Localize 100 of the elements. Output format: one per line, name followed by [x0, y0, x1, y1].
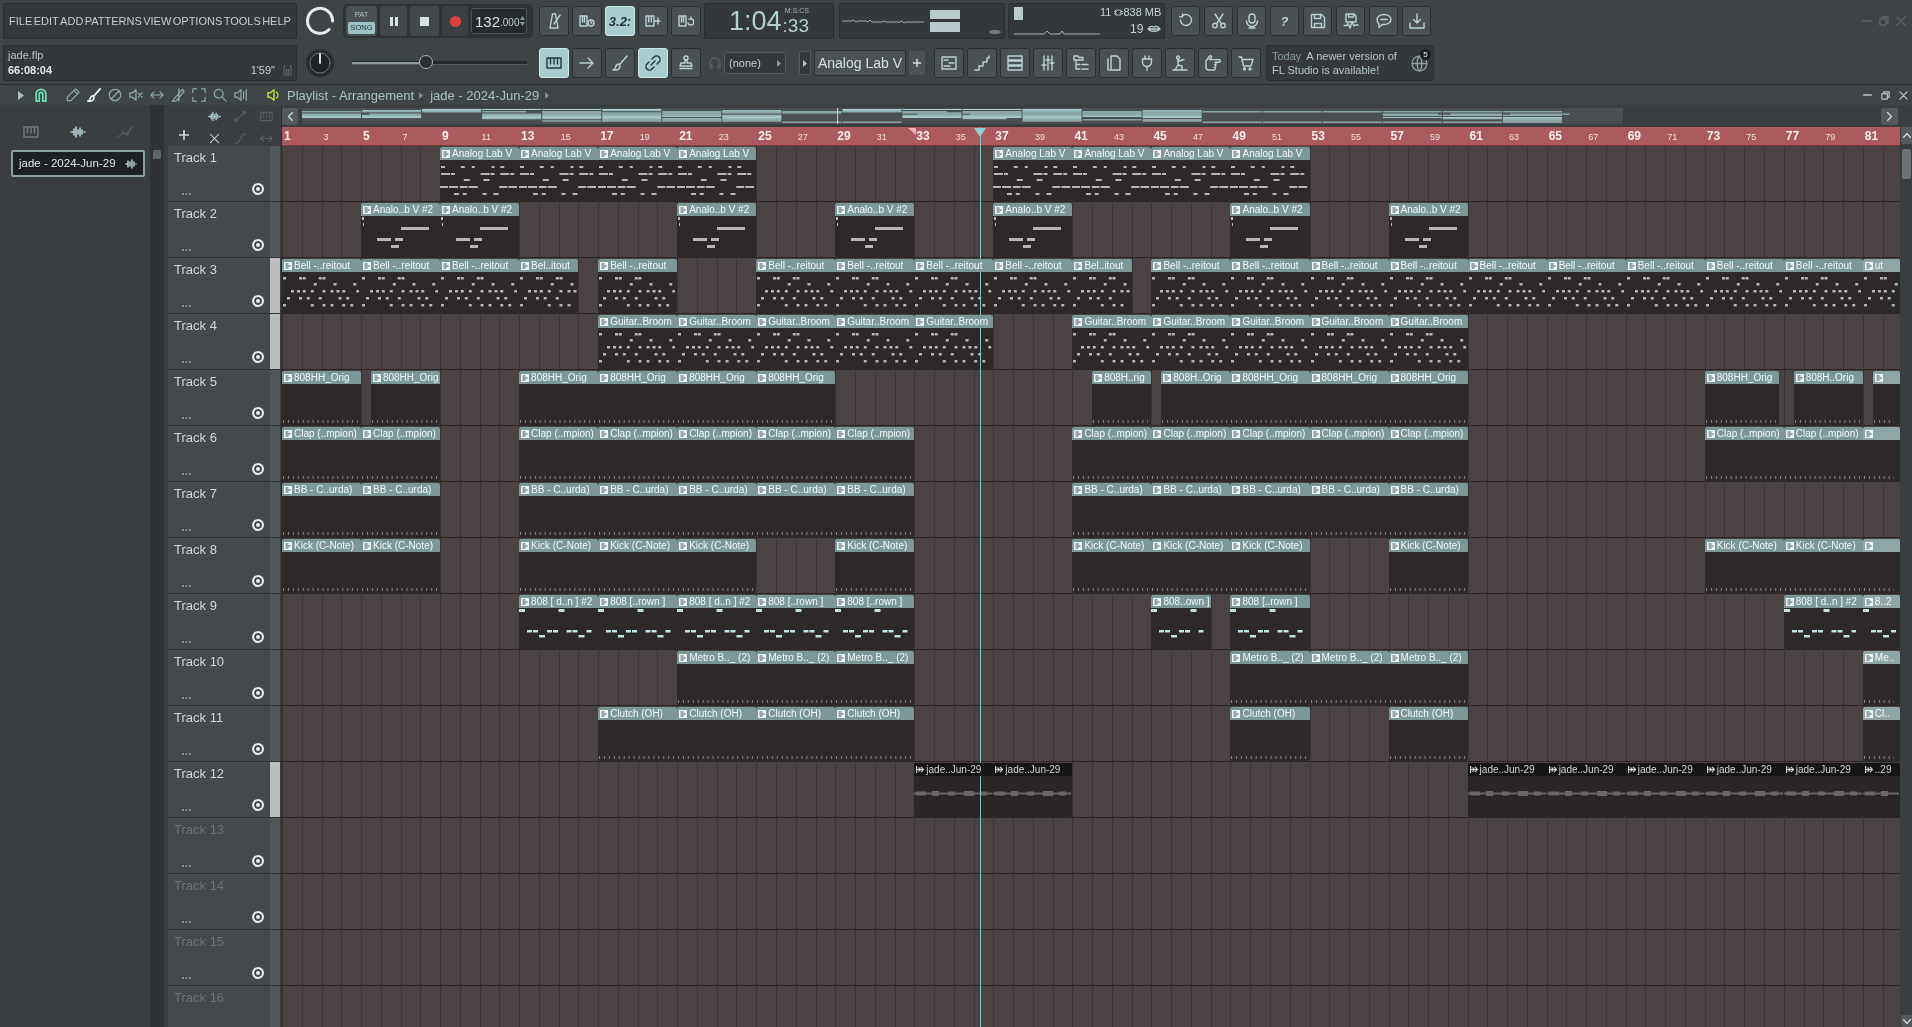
- menu-item[interactable]: EDIT: [33, 15, 59, 27]
- pattern-clip[interactable]: 808 [..rown ]: [1230, 595, 1310, 649]
- pattern-clip[interactable]: 808 [ d..n ] #2: [519, 595, 599, 649]
- pattern-clip[interactable]: Clap (..mpion): [1230, 427, 1310, 481]
- pattern-clip[interactable]: 808..own ]: [1151, 595, 1211, 649]
- pattern-clip[interactable]: 808 [..rown ]: [598, 595, 678, 649]
- pattern-clip[interactable]: BB - C..urda): [756, 483, 836, 537]
- audio-clip[interactable]: jade..Jun-29: [1546, 763, 1626, 817]
- pattern-clip[interactable]: Bell -..reitout: [1546, 259, 1626, 313]
- pattern-clip[interactable]: Bell -..reitout: [756, 259, 836, 313]
- track-header[interactable]: Track 6: [168, 426, 270, 482]
- loop-button[interactable]: [671, 6, 701, 36]
- pattern-clip[interactable]: Clap (..mpion): [282, 427, 362, 481]
- pattern-clip[interactable]: Clutch (OH): [835, 707, 915, 761]
- pattern-clip[interactable]: Bel..itout: [1072, 259, 1132, 313]
- track-toggle[interactable]: [252, 687, 264, 699]
- pattern-clip[interactable]: Me..: [1862, 651, 1900, 705]
- audio-clip[interactable]: jade..Jun-29: [1704, 763, 1784, 817]
- pattern-clip[interactable]: Bell -..reitout: [1230, 259, 1310, 313]
- pattern-clip[interactable]: Bell -..reitout: [1467, 259, 1547, 313]
- pattern-clip[interactable]: Bell -..reitout: [914, 259, 994, 313]
- pattern-clip[interactable]: Clutch (OH): [677, 707, 757, 761]
- pattern-clip[interactable]: Bell -..reitout: [1388, 259, 1468, 313]
- slip-tool-button[interactable]: [150, 88, 164, 102]
- save-button[interactable]: [1303, 6, 1332, 36]
- pattern-clip[interactable]: BB - C..urda): [1230, 483, 1310, 537]
- pattern-clip[interactable]: Clap (..mpion): [1309, 427, 1389, 481]
- paint-tool-button[interactable]: [87, 88, 101, 102]
- pattern-clip[interactable]: Clap (..mpion): [1072, 427, 1152, 481]
- help-button[interactable]: ?: [1270, 6, 1299, 36]
- pattern-clip[interactable]: Metro B.._ (2): [835, 651, 915, 705]
- pattern-clip[interactable]: BB - C..urda): [1309, 483, 1389, 537]
- zoom-tool-button[interactable]: [213, 88, 227, 102]
- pattern-clip[interactable]: Kick (C-Note): [1230, 539, 1310, 593]
- pattern-clip[interactable]: Bell -..reitout: [1704, 259, 1784, 313]
- pattern-clip[interactable]: Guitar..Broom: [1072, 315, 1152, 369]
- pattern-clip[interactable]: Guitar..Broom: [756, 315, 836, 369]
- menu-item[interactable]: OPTIONS: [172, 15, 223, 27]
- pattern-clip[interactable]: Metro B.._ (2): [677, 651, 757, 705]
- pattern-clip[interactable]: Clutch (OH): [598, 707, 678, 761]
- track-header[interactable]: Track 12: [168, 762, 270, 818]
- pattern-clip[interactable]: Clutch (OH): [1230, 707, 1310, 761]
- person-button[interactable]: [1165, 48, 1195, 78]
- track-toggle[interactable]: [252, 575, 264, 587]
- pattern-clip[interactable]: Clap (..mpion): [598, 427, 678, 481]
- pattern-clip[interactable]: Guitar..Broom: [835, 315, 915, 369]
- pattern-clip[interactable]: Bell -..reitout: [1151, 259, 1231, 313]
- pattern-clip[interactable]: Bell -..reitout: [1783, 259, 1863, 313]
- scrollbar-thumb[interactable]: [1902, 149, 1911, 179]
- menu-item[interactable]: HELP: [262, 15, 291, 27]
- pattern-clip[interactable]: BB - C..urda): [835, 483, 915, 537]
- pattern-clip[interactable]: BB - C..urda): [1072, 483, 1152, 537]
- picker-scrollbar[interactable]: [150, 105, 164, 1027]
- pattern-clip[interactable]: Analo..b V #2: [993, 203, 1073, 257]
- pattern-clip[interactable]: Kick (C-Note): [1388, 539, 1468, 593]
- track-toggle[interactable]: [252, 799, 264, 811]
- pattern-clip[interactable]: Guitar..Broom: [1388, 315, 1468, 369]
- delete-tool-button[interactable]: [108, 88, 122, 102]
- track-header[interactable]: Track 11: [168, 706, 270, 762]
- track-toggle[interactable]: [252, 911, 264, 923]
- pattern-clip[interactable]: Clap (..mpion): [1151, 427, 1231, 481]
- steps-button[interactable]: [967, 48, 997, 78]
- audio-clip[interactable]: jade..Jun-29: [1625, 763, 1705, 817]
- render-button[interactable]: [1336, 6, 1365, 36]
- menu-item[interactable]: VIEW: [143, 15, 172, 27]
- pattern-clip[interactable]: Kick (C-Note): [835, 539, 915, 593]
- pattern-clip[interactable]: BB - C..urda): [598, 483, 678, 537]
- pattern-clip[interactable]: BB - C..urda): [519, 483, 599, 537]
- playback-tool-button[interactable]: [234, 88, 248, 102]
- metronome-button[interactable]: [539, 6, 569, 36]
- link-button[interactable]: [638, 48, 668, 78]
- picker-item[interactable]: jade - 2024-Jun-29: [11, 150, 145, 177]
- pattern-clip[interactable]: Clap (..mpion): [1388, 427, 1468, 481]
- pattern-clip[interactable]: Kick (C-Note): [1783, 539, 1863, 593]
- mute-tool-button[interactable]: [129, 88, 143, 102]
- pattern-clip[interactable]: Guitar..Broom: [598, 315, 678, 369]
- pattern-clip[interactable]: Kick (C-Note): [282, 539, 362, 593]
- pattern-clip[interactable]: Kick (C-Note): [1704, 539, 1784, 593]
- pattern-clip[interactable]: Metro B.._ (2): [1230, 651, 1310, 705]
- pattern-clip[interactable]: Clap (..mpion): [835, 427, 915, 481]
- scroll-left-button[interactable]: [282, 107, 298, 125]
- add-channel-button[interactable]: [909, 51, 925, 75]
- pattern-clip[interactable]: Metro B.._ (2): [1309, 651, 1389, 705]
- pattern-clip[interactable]: BB - C..urda): [1151, 483, 1231, 537]
- download-button[interactable]: [1402, 6, 1431, 36]
- chat-button[interactable]: [1369, 6, 1398, 36]
- browser-button[interactable]: [1066, 48, 1096, 78]
- wait-button[interactable]: [572, 6, 602, 36]
- cart-button[interactable]: [1231, 48, 1261, 78]
- pattern-clip[interactable]: Bell -..reitout: [1309, 259, 1389, 313]
- pattern-clip[interactable]: BB - C..urda): [361, 483, 441, 537]
- slice-tool-button[interactable]: [171, 88, 185, 102]
- pattern-clip[interactable]: Analo..b V #2: [677, 203, 757, 257]
- step-button[interactable]: [638, 6, 668, 36]
- pattern-clip[interactable]: 808 [..rown ]: [756, 595, 836, 649]
- pattern-clip[interactable]: Kick (C-Note): [1151, 539, 1231, 593]
- add-track-button[interactable]: [176, 128, 191, 142]
- track-toggle[interactable]: [252, 631, 264, 643]
- pattern-clip[interactable]: 8..2: [1862, 595, 1900, 649]
- pattern-clip[interactable]: Clap (..mpion): [519, 427, 599, 481]
